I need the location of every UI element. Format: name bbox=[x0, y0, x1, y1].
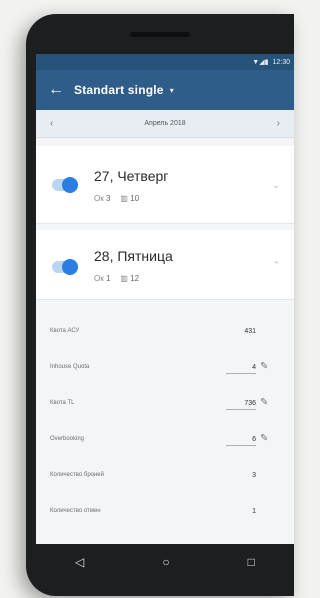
building-icon: ▥ bbox=[120, 274, 128, 283]
status-time: 12:30 bbox=[272, 58, 290, 66]
home-nav-icon[interactable]: ○ bbox=[162, 555, 169, 569]
day-title: 27, Четверг bbox=[94, 168, 169, 184]
back-nav-icon[interactable]: ◁ bbox=[75, 555, 84, 569]
detail-label: Количество броней bbox=[50, 472, 104, 478]
detail-row-bookings: Количество броней 3 bbox=[36, 460, 294, 496]
day-details: Квота АСУ 431 Inhouse Quota 4 ✎ Квота TL… bbox=[36, 316, 294, 526]
month-selector: ‹ Апрель 2018 › bbox=[36, 110, 294, 138]
day-toggle-27[interactable] bbox=[52, 177, 78, 193]
arrow-left-icon[interactable]: ← bbox=[48, 81, 74, 99]
next-month-icon[interactable]: › bbox=[277, 118, 280, 129]
day-meta: Ок 1 ▥ 12 bbox=[94, 274, 139, 283]
detail-input[interactable]: 4 bbox=[226, 364, 256, 374]
recents-nav-icon[interactable]: □ bbox=[248, 555, 255, 569]
stat-value: 12 bbox=[130, 274, 140, 283]
day-card-28[interactable]: 28, Пятница Ок 1 ▥ 12 ⌃ bbox=[36, 230, 294, 300]
toggle-knob bbox=[62, 259, 78, 275]
detail-input[interactable]: 6 bbox=[226, 436, 256, 446]
previous-month-icon[interactable]: ‹ bbox=[50, 118, 53, 129]
phone-speaker bbox=[130, 32, 190, 37]
day-meta: Ок 3 ▥ 10 bbox=[94, 194, 139, 203]
stat-value: 1 bbox=[105, 274, 111, 283]
detail-row-overbooking: Overbooking 6 ✎ bbox=[36, 424, 294, 460]
detail-input[interactable]: 736 bbox=[226, 400, 256, 410]
detail-label: Overbooking bbox=[50, 436, 85, 442]
app-screen: ▼◢▮ 12:30 ← Standart single ▾ ‹ Апрель 2… bbox=[36, 54, 294, 544]
detail-row-quota-asu: Квота АСУ 431 bbox=[36, 316, 294, 352]
building-icon: ▥ bbox=[120, 194, 128, 203]
phone-frame: ▼◢▮ 12:30 ← Standart single ▾ ‹ Апрель 2… bbox=[26, 14, 294, 596]
status-icons: ▼◢▮ bbox=[252, 59, 269, 66]
month-label: Апрель 2018 bbox=[144, 120, 186, 127]
detail-label: Квота TL bbox=[50, 400, 75, 406]
chevron-down-icon[interactable]: ▾ bbox=[170, 86, 174, 95]
detail-label: Inhouse Quota bbox=[50, 364, 90, 370]
system-nav-bar: ◁ ○ □ bbox=[36, 544, 294, 580]
pencil-icon[interactable]: ✎ bbox=[260, 361, 268, 372]
stat-value: 10 bbox=[130, 194, 140, 203]
detail-row-quota-tl: Квота TL 736 ✎ bbox=[36, 388, 294, 424]
detail-row-cancellations: Количество отмен 1 bbox=[36, 496, 294, 532]
day-toggle-28[interactable] bbox=[52, 259, 78, 275]
chevron-up-icon[interactable]: ⌃ bbox=[272, 260, 280, 271]
stat-label: Ок bbox=[94, 194, 104, 203]
pencil-icon[interactable]: ✎ bbox=[260, 397, 268, 408]
toggle-knob bbox=[62, 177, 78, 193]
status-bar: ▼◢▮ 12:30 bbox=[36, 54, 294, 70]
detail-value: 3 bbox=[252, 472, 256, 479]
day-card-27[interactable]: 27, Четверг Ок 3 ▥ 10 ⌄ bbox=[36, 146, 294, 224]
page-title[interactable]: Standart single bbox=[74, 83, 164, 97]
pencil-icon[interactable]: ✎ bbox=[260, 433, 268, 444]
day-title: 28, Пятница bbox=[94, 248, 173, 264]
detail-row-inhouse-quota: Inhouse Quota 4 ✎ bbox=[36, 352, 294, 388]
stat-label: Ок bbox=[94, 274, 104, 283]
app-bar: ← Standart single ▾ bbox=[36, 70, 294, 110]
detail-label: Количество отмен bbox=[50, 508, 101, 514]
stat-value: 3 bbox=[105, 194, 111, 203]
detail-value: 431 bbox=[244, 328, 256, 335]
chevron-down-icon[interactable]: ⌄ bbox=[272, 180, 280, 191]
detail-value: 1 bbox=[252, 508, 256, 515]
detail-label: Квота АСУ bbox=[50, 328, 80, 334]
